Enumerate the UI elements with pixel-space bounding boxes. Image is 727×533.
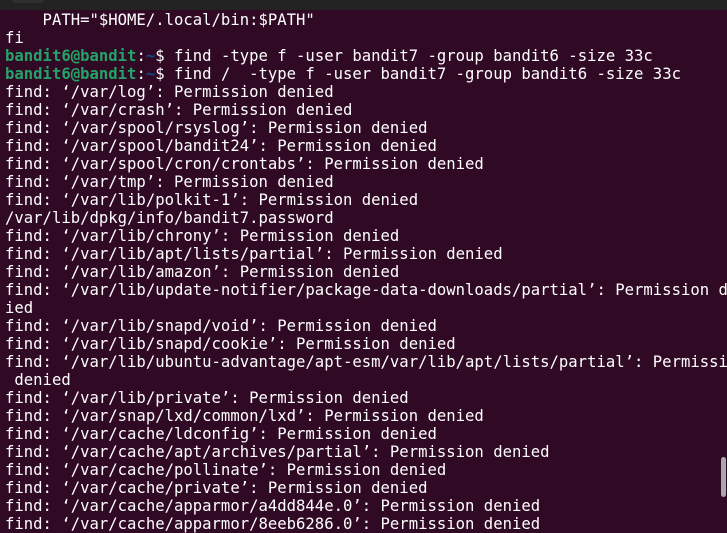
output-line: find: ‘/var/tmp’: Permission denied: [5, 173, 334, 191]
output-line: find: ‘/var/lib/amazon’: Permission deni…: [5, 263, 400, 281]
output-line: find: ‘/var/spool/cron/crontabs’: Permis…: [5, 155, 484, 173]
output-line: PATH="$HOME/.local/bin:$PATH": [5, 11, 315, 29]
output-line: find: ‘/var/lib/snapd/void’: Permission …: [5, 317, 437, 335]
output-line: find: ‘/var/log’: Permission denied: [5, 83, 334, 101]
prompt-path: ~: [145, 47, 156, 65]
prompt-colon: :: [136, 65, 146, 83]
output-line: find: ‘/var/lib/snapd/cookie’: Permissio…: [5, 335, 456, 353]
output-line: find: ‘/var/lib/ubuntu-advantage/apt-esm…: [5, 353, 727, 371]
titlebar-tab[interactable]: [12, 0, 44, 3]
output-line: find: ‘/var/spool/rsyslog’: Permission d…: [5, 119, 428, 137]
output-line: find: ‘/var/snap/lxd/common/lxd’: Permis…: [5, 407, 484, 425]
output-line: find: ‘/var/crash’: Permission denied: [5, 101, 353, 119]
prompt-line: bandit6@bandit:~$ find / -type f -user b…: [5, 65, 720, 83]
prompt-line: bandit6@bandit:~$ find -type f -user ban…: [5, 47, 720, 65]
output-line: /var/lib/dpkg/info/bandit7.password: [5, 209, 334, 227]
output-line: find: ‘/var/lib/private’: Permission den…: [5, 389, 409, 407]
prompt-path: ~: [145, 65, 156, 83]
output-line: find: ‘/var/spool/bandit24’: Permission …: [5, 137, 437, 155]
output-line: find: ‘/var/cache/pollinate’: Permission…: [5, 461, 447, 479]
output-line: find: ‘/var/cache/ldconfig’: Permission …: [5, 425, 437, 443]
output-line: find: ‘/var/lib/update-notifier/package-…: [5, 281, 727, 299]
output-line: find: ‘/var/cache/private’: Permission d…: [5, 479, 428, 497]
prompt-symbol: $: [155, 65, 174, 83]
prompt-user-host: bandit6@bandit: [5, 65, 137, 83]
prompt-user-host: bandit6@bandit: [5, 47, 137, 65]
prompt-colon: :: [136, 47, 146, 65]
output-line: fi: [5, 29, 24, 47]
output-line: find: ‘/var/cache/apparmor/a4dd844e.0’: …: [5, 497, 541, 515]
output-line: ied: [5, 299, 34, 317]
output-line: find: ‘/var/cache/apt/archives/partial’:…: [5, 443, 550, 461]
prompt-symbol: $: [155, 47, 174, 65]
command-text: find -type f -user bandit7 -group bandit…: [174, 47, 653, 65]
command-text: find / -type f -user bandit7 -group band…: [174, 65, 681, 83]
terminal-output[interactable]: PATH="$HOME/.local/bin:$PATH" fi bandit6@b…: [5, 11, 727, 533]
output-line: find: ‘/var/lib/apt/lists/partial’: Perm…: [5, 245, 503, 263]
output-line: denied: [5, 371, 71, 389]
output-line: find: ‘/var/lib/polkit-1’: Permission de…: [5, 191, 419, 209]
window-titlebar: [0, 0, 727, 10]
terminal-scrollbar[interactable]: [721, 457, 726, 497]
output-line: find: ‘/var/lib/chrony’: Permission deni…: [5, 227, 400, 245]
output-line: find: ‘/var/cache/apparmor/8eeb6286.0’: …: [5, 515, 541, 533]
